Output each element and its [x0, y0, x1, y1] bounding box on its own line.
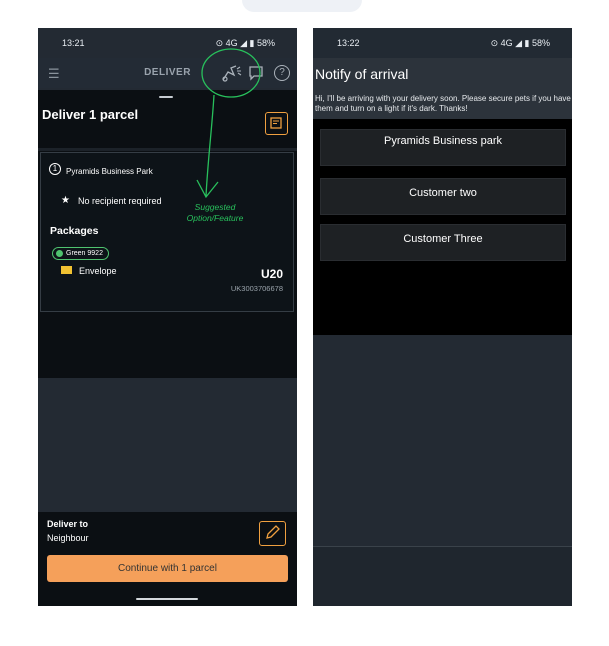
status-indicators: ⊙ 4G ◢ ▮ 58% [490, 38, 550, 48]
deliver-screen: 13:21 ⊙ 4G ◢ ▮ 58% ☰ DELIVER ? Deliver 1… [38, 28, 297, 606]
notify-screen: 13:22 ⊙ 4G ◢ ▮ 58% Notify of arrival Hi,… [313, 28, 572, 606]
help-icon[interactable]: ? [274, 65, 290, 81]
stop-name: Pyramids Business Park [66, 167, 153, 176]
stop-number-badge: 1 [49, 163, 61, 175]
green-dot-icon [56, 250, 63, 257]
delivery-sheet: Deliver 1 parcel 1 Pyramids Business Par… [38, 90, 297, 378]
envelope-icon [61, 266, 72, 274]
status-time: 13:21 [62, 38, 85, 48]
status-bar: 13:22 ⊙ 4G ◢ ▮ 58% [313, 28, 572, 58]
deliver-to-label: Deliver to [47, 519, 89, 529]
chat-icon[interactable] [248, 65, 264, 81]
notify-title: Notify of arrival [315, 66, 409, 82]
status-indicators: ⊙ 4G ◢ ▮ 58% [215, 38, 275, 48]
packages-heading: Packages [50, 225, 99, 237]
recipient-status: No recipient required [78, 196, 162, 206]
notify-feature-icon[interactable] [220, 63, 242, 83]
annotation-line-1: Suggested [194, 202, 236, 212]
package-type: Envelope [79, 266, 117, 276]
divider [38, 148, 297, 151]
recipient-option[interactable]: Customer two [320, 178, 566, 215]
recipient-option[interactable]: Pyramids Business park [320, 129, 566, 166]
edit-button[interactable] [259, 521, 286, 546]
scan-button[interactable] [265, 112, 288, 135]
sheet-title: Deliver 1 parcel [42, 107, 139, 122]
stop-card[interactable]: 1 Pyramids Business Park ★ No recipient … [40, 152, 294, 312]
notify-message: Hi, I'll be arriving with your delivery … [315, 94, 571, 113]
scan-icon [270, 117, 282, 129]
annotation-line-2: Option/Feature [186, 213, 244, 223]
sheet-handle[interactable] [159, 96, 173, 98]
status-bar: 13:21 ⊙ 4G ◢ ▮ 58% [38, 28, 297, 58]
annotation-label: Suggested Option/Feature [170, 202, 260, 224]
continue-button[interactable]: Continue with 1 parcel [47, 555, 288, 582]
package-code: U20 [260, 267, 283, 281]
delivery-footer: Deliver to Neighbour Continue with 1 par… [38, 512, 297, 606]
pencil-icon [266, 525, 280, 539]
home-indicator [136, 598, 198, 600]
package-tag-label: Green 9922 [66, 250, 103, 257]
recipient-list: Pyramids Business park Customer two Cust… [313, 119, 572, 335]
tracking-number: UK3003706678 [230, 284, 283, 293]
deliver-to-value: Neighbour [47, 533, 89, 543]
star-icon: ★ [61, 195, 70, 206]
background-blob [242, 0, 362, 12]
bottom-bar [313, 546, 572, 606]
app-bar: ☰ DELIVER ? [38, 58, 297, 88]
status-time: 13:22 [337, 38, 360, 48]
recipient-option[interactable]: Customer Three [320, 224, 566, 261]
package-tag: Green 9922 [52, 247, 109, 260]
